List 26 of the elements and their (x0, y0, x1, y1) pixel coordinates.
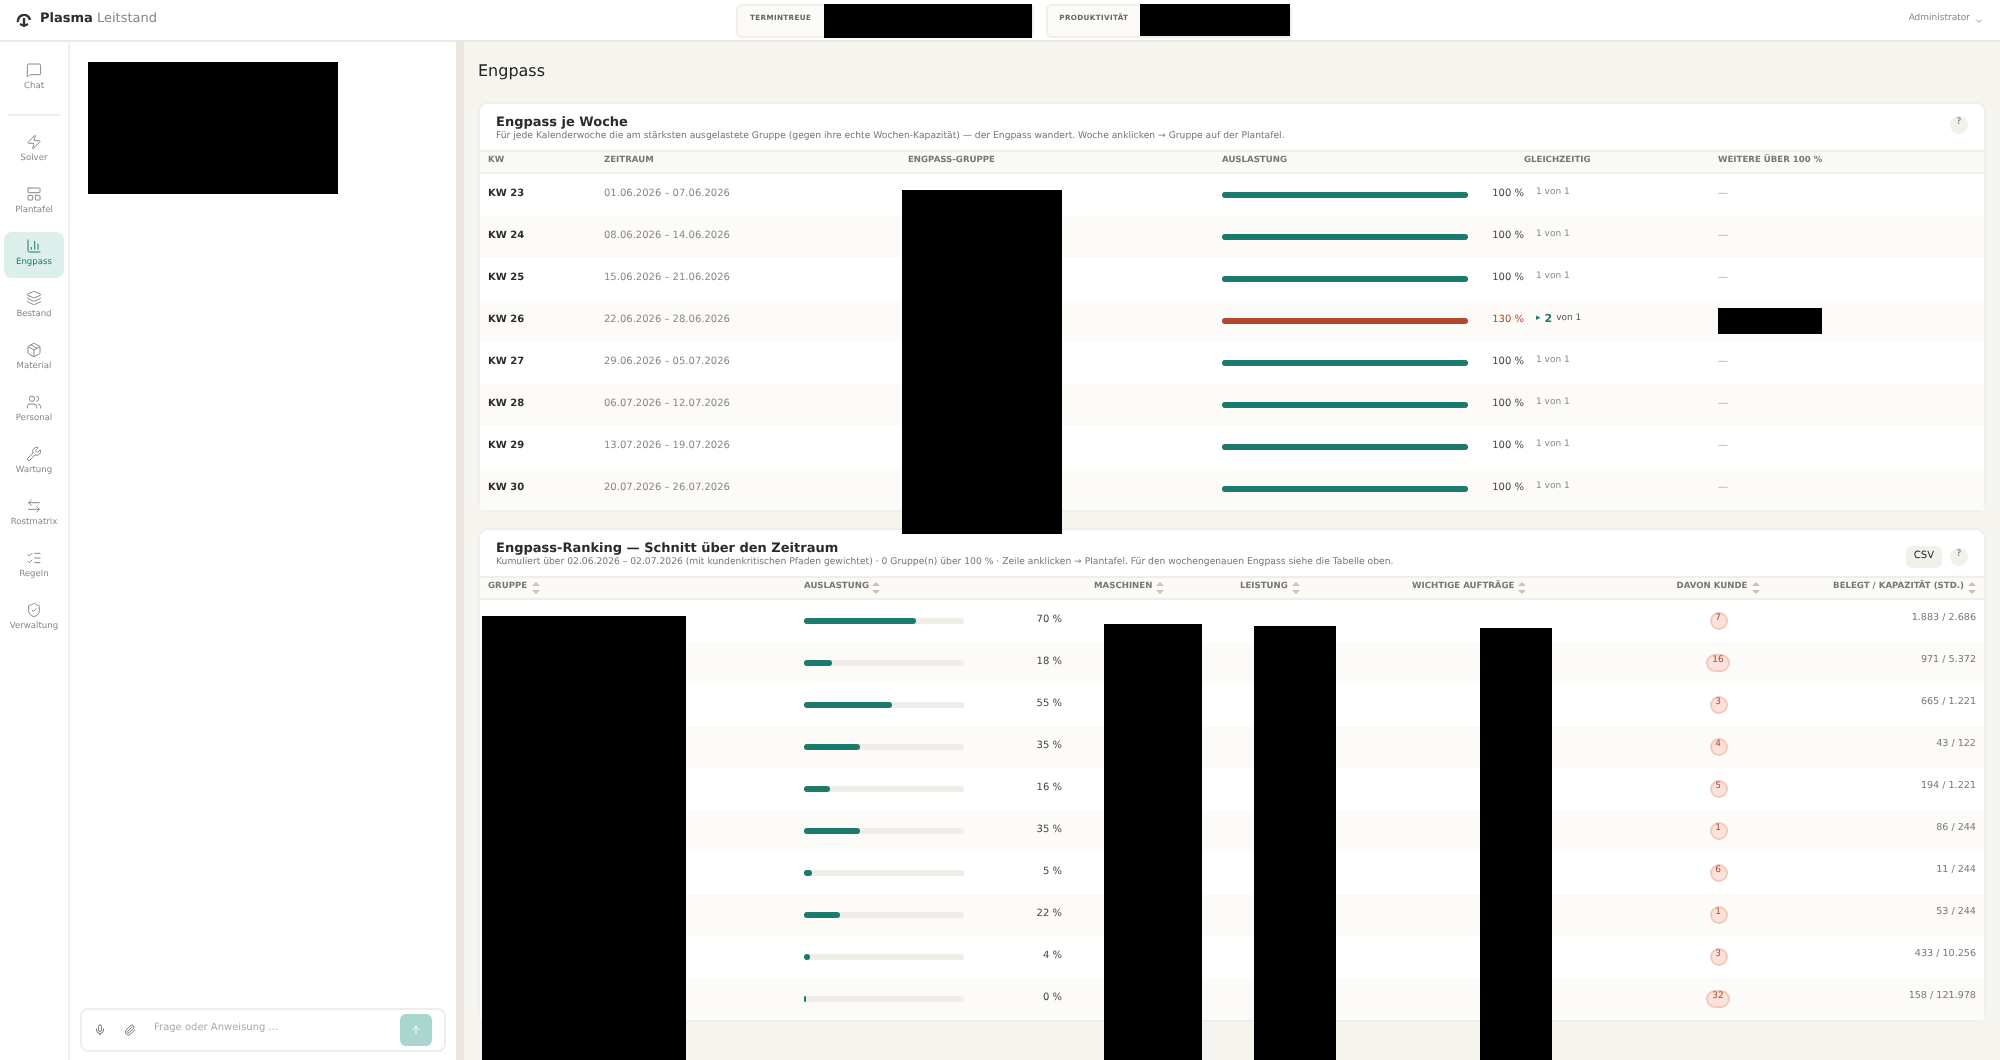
sort-icon[interactable] (1751, 582, 1760, 595)
send-button[interactable] (400, 1014, 432, 1046)
sort-icon[interactable] (1291, 582, 1300, 595)
redacted-block (1718, 308, 1822, 335)
bar-chart-icon (26, 238, 42, 255)
sort-icon[interactable] (1518, 582, 1527, 595)
sort-icon[interactable] (1968, 582, 1976, 595)
sort-icon[interactable] (872, 582, 881, 595)
microphone-icon[interactable] (94, 1024, 106, 1036)
page-title: Engpass (478, 60, 546, 84)
lightning-icon (26, 134, 42, 151)
list-icon (26, 550, 42, 567)
sort-icon[interactable] (1156, 582, 1165, 595)
package-icon (26, 342, 42, 359)
arrows-icon (26, 498, 42, 515)
sort-icon[interactable] (531, 582, 540, 595)
arrow-up-icon (410, 1024, 422, 1036)
chevron-icon (1974, 15, 1984, 25)
layout-icon (26, 186, 42, 203)
shield-icon (26, 602, 42, 619)
paperclip-icon[interactable] (124, 1024, 136, 1036)
layers-icon (26, 290, 42, 307)
people-icon (26, 394, 42, 411)
wrench-icon (26, 446, 42, 463)
chat-icon (26, 62, 42, 79)
logo-icon (16, 13, 34, 27)
